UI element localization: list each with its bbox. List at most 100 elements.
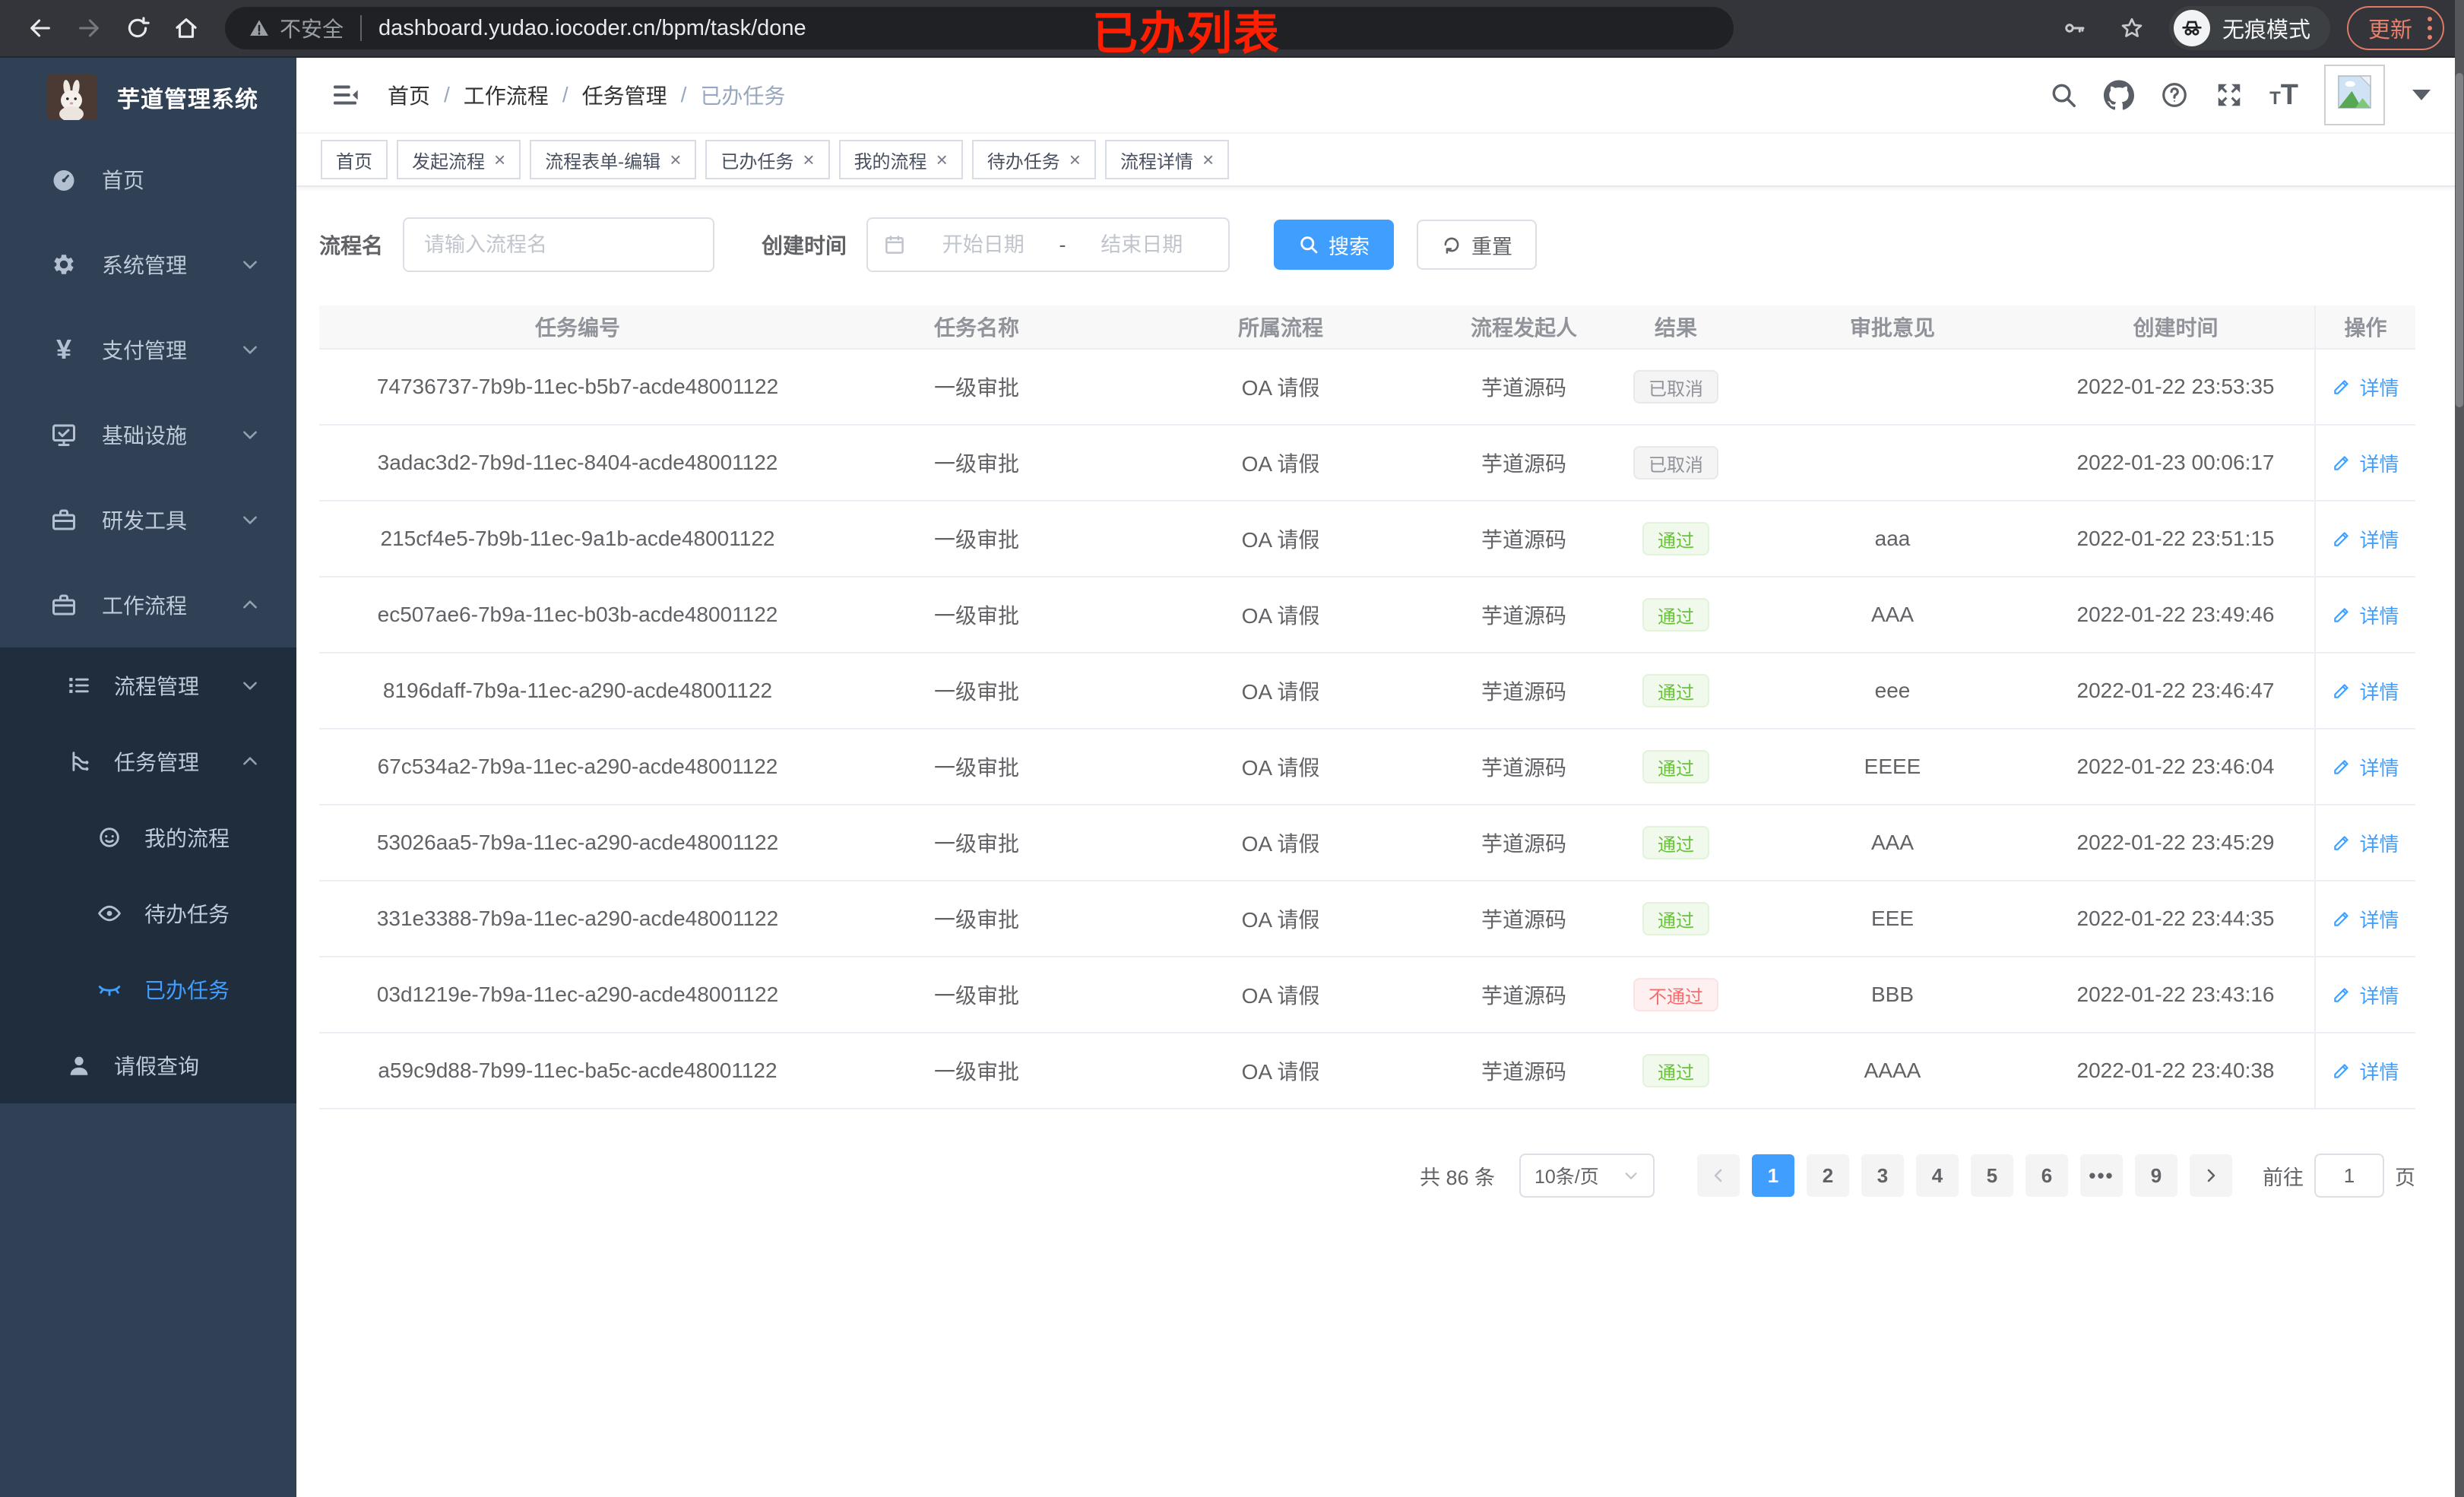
page-number-button[interactable]: ••• [2080, 1154, 2123, 1197]
sidebar-item-todo-tasks[interactable]: 待办任务 [0, 875, 296, 951]
update-button[interactable]: 更新 [2346, 6, 2444, 50]
security-warning[interactable]: 不安全 [248, 13, 344, 43]
browser-home-icon[interactable] [166, 8, 207, 49]
edit-pencil-icon [2334, 760, 2349, 774]
close-icon[interactable]: × [1202, 150, 1214, 169]
detail-link[interactable]: 详情 [2332, 829, 2399, 857]
task-id-cell: 331e3388-7b9a-11ec-a290-acde48001122 [376, 907, 779, 930]
avatar-caret-icon[interactable] [2412, 90, 2431, 100]
search-icon[interactable] [2049, 81, 2078, 109]
breadcrumb-task-management[interactable]: 任务管理 [582, 80, 667, 110]
sidebar-item-dev-tools[interactable]: 研发工具 [0, 477, 296, 562]
start-date-input[interactable] [912, 233, 1055, 257]
search-button[interactable]: 搜索 [1274, 220, 1395, 270]
toolbox-icon [49, 506, 79, 533]
tag-item[interactable]: 我的流程 × [838, 140, 963, 179]
comment-cell: AAA [1870, 831, 1915, 854]
page-size-select[interactable]: 10条/页 [1519, 1154, 1655, 1198]
url-text[interactable]: dashboard.yudao.iocoder.cn/bpm/task/done [378, 16, 806, 41]
search-icon [1300, 236, 1318, 254]
avatar[interactable] [2324, 65, 2385, 125]
page-number-button[interactable]: 2 [1807, 1154, 1849, 1197]
broken-image-icon [2338, 75, 2371, 109]
sidebar-collapse-icon[interactable] [330, 80, 360, 110]
detail-link[interactable]: 详情 [2332, 981, 2399, 1009]
breadcrumb-workflow[interactable]: 工作流程 [464, 80, 549, 110]
starter-cell: 芋道源码 [1481, 680, 1566, 704]
github-icon[interactable] [2104, 80, 2135, 110]
window-scrollbar[interactable] [2455, 0, 2464, 1497]
scrollbar-thumb[interactable] [2456, 73, 2463, 407]
close-icon[interactable]: × [936, 150, 948, 169]
detail-link[interactable]: 详情 [2332, 525, 2399, 553]
page-number-button[interactable]: 5 [1971, 1154, 2013, 1197]
sidebar-item-infrastructure[interactable]: 基础设施 [0, 392, 296, 477]
detail-link[interactable]: 详情 [2332, 905, 2399, 933]
close-icon[interactable]: × [803, 150, 814, 169]
url-bar[interactable]: 不安全 dashboard.yudao.iocoder.cn/bpm/task/… [225, 7, 1734, 49]
font-size-icon[interactable]: TT [2269, 79, 2298, 112]
detail-link[interactable]: 详情 [2332, 373, 2399, 401]
table-row: 215cf4e5-7b9b-11ec-9a1b-acde48001122 一级审… [319, 502, 2415, 578]
end-date-input[interactable] [1070, 233, 1214, 257]
sidebar-item-done-tasks[interactable]: 已办任务 [0, 951, 296, 1027]
bookmark-star-icon[interactable] [2111, 8, 2152, 49]
starter-cell: 芋道源码 [1481, 832, 1566, 856]
sidebar-item-process-management[interactable]: 流程管理 [0, 647, 296, 723]
reset-button[interactable]: 重置 [1417, 220, 1538, 270]
password-key-icon[interactable] [2054, 8, 2095, 49]
detail-link[interactable]: 详情 [2332, 449, 2399, 477]
edit-pencil-icon [2334, 912, 2349, 926]
sidebar-item-workflow[interactable]: 工作流程 [0, 562, 296, 647]
comment-cell: EEEE [1864, 755, 1921, 778]
goto-page-input[interactable] [2314, 1154, 2384, 1198]
tag-item[interactable]: 已办任务 × [705, 140, 830, 179]
dashboard-icon [49, 166, 79, 193]
chevron-down-icon [240, 340, 260, 359]
date-range-picker[interactable]: - [866, 217, 1230, 272]
sidebar-item-task-management[interactable]: 任务管理 [0, 723, 296, 799]
sidebar-item-home[interactable]: 首页 [0, 137, 296, 222]
detail-link[interactable]: 详情 [2332, 753, 2399, 781]
table-row: 331e3388-7b9a-11ec-a290-acde48001122 一级审… [319, 881, 2415, 957]
detail-link[interactable]: 详情 [2332, 677, 2399, 705]
created-time-cell: 2022-01-22 23:46:47 [2076, 679, 2275, 702]
task-id-cell: a59c9d88-7b99-11ec-ba5c-acde48001122 [378, 1059, 778, 1082]
detail-link[interactable]: 详情 [2332, 1057, 2399, 1085]
browser-forward-icon[interactable] [68, 8, 109, 49]
app-logo[interactable]: 芋道管理系统 [0, 58, 296, 137]
tag-item[interactable]: 发起流程 × [397, 140, 521, 179]
sidebar-item-leave-query[interactable]: 请假查询 [0, 1027, 296, 1103]
page-number-button[interactable]: 1 [1752, 1154, 1794, 1197]
sidebar-item-payment[interactable]: ¥ 支付管理 [0, 307, 296, 392]
process-name-input[interactable] [403, 217, 715, 272]
page-number-button[interactable]: 9 [2135, 1154, 2177, 1197]
help-icon[interactable] [2160, 81, 2189, 109]
page-number-button[interactable]: 6 [2025, 1154, 2068, 1197]
fullscreen-icon[interactable] [2215, 81, 2244, 109]
page-number-button[interactable]: 4 [1916, 1154, 1959, 1197]
process-cell: OA 请假 [1241, 1060, 1320, 1084]
close-icon[interactable]: × [1069, 150, 1081, 169]
result-badge: 通过 [1642, 598, 1709, 631]
goto-page: 前往 页 [2263, 1154, 2415, 1198]
starter-cell: 芋道源码 [1481, 452, 1566, 476]
tag-item[interactable]: 流程详情 × [1104, 140, 1230, 179]
close-icon[interactable]: × [670, 150, 681, 169]
browser-reload-icon[interactable] [117, 8, 158, 49]
browser-back-icon[interactable] [20, 8, 61, 49]
chrome-menu-icon[interactable] [2428, 17, 2432, 40]
close-icon[interactable]: × [494, 150, 505, 169]
detail-link[interactable]: 详情 [2332, 601, 2399, 629]
tag-item[interactable]: 首页 [321, 140, 388, 179]
sidebar-item-my-process[interactable]: 我的流程 [0, 799, 296, 875]
prev-page-button[interactable] [1697, 1154, 1740, 1197]
tag-item[interactable]: 待办任务 × [971, 140, 1096, 179]
task-name-cell: 一级审批 [933, 1060, 1019, 1084]
task-name-cell: 一级审批 [933, 528, 1019, 552]
sidebar-item-system[interactable]: 系统管理 [0, 222, 296, 307]
next-page-button[interactable] [2190, 1154, 2232, 1197]
page-number-button[interactable]: 3 [1861, 1154, 1904, 1197]
tag-item[interactable]: 流程表单-编辑 × [530, 140, 697, 179]
breadcrumb-home[interactable]: 首页 [388, 80, 430, 110]
